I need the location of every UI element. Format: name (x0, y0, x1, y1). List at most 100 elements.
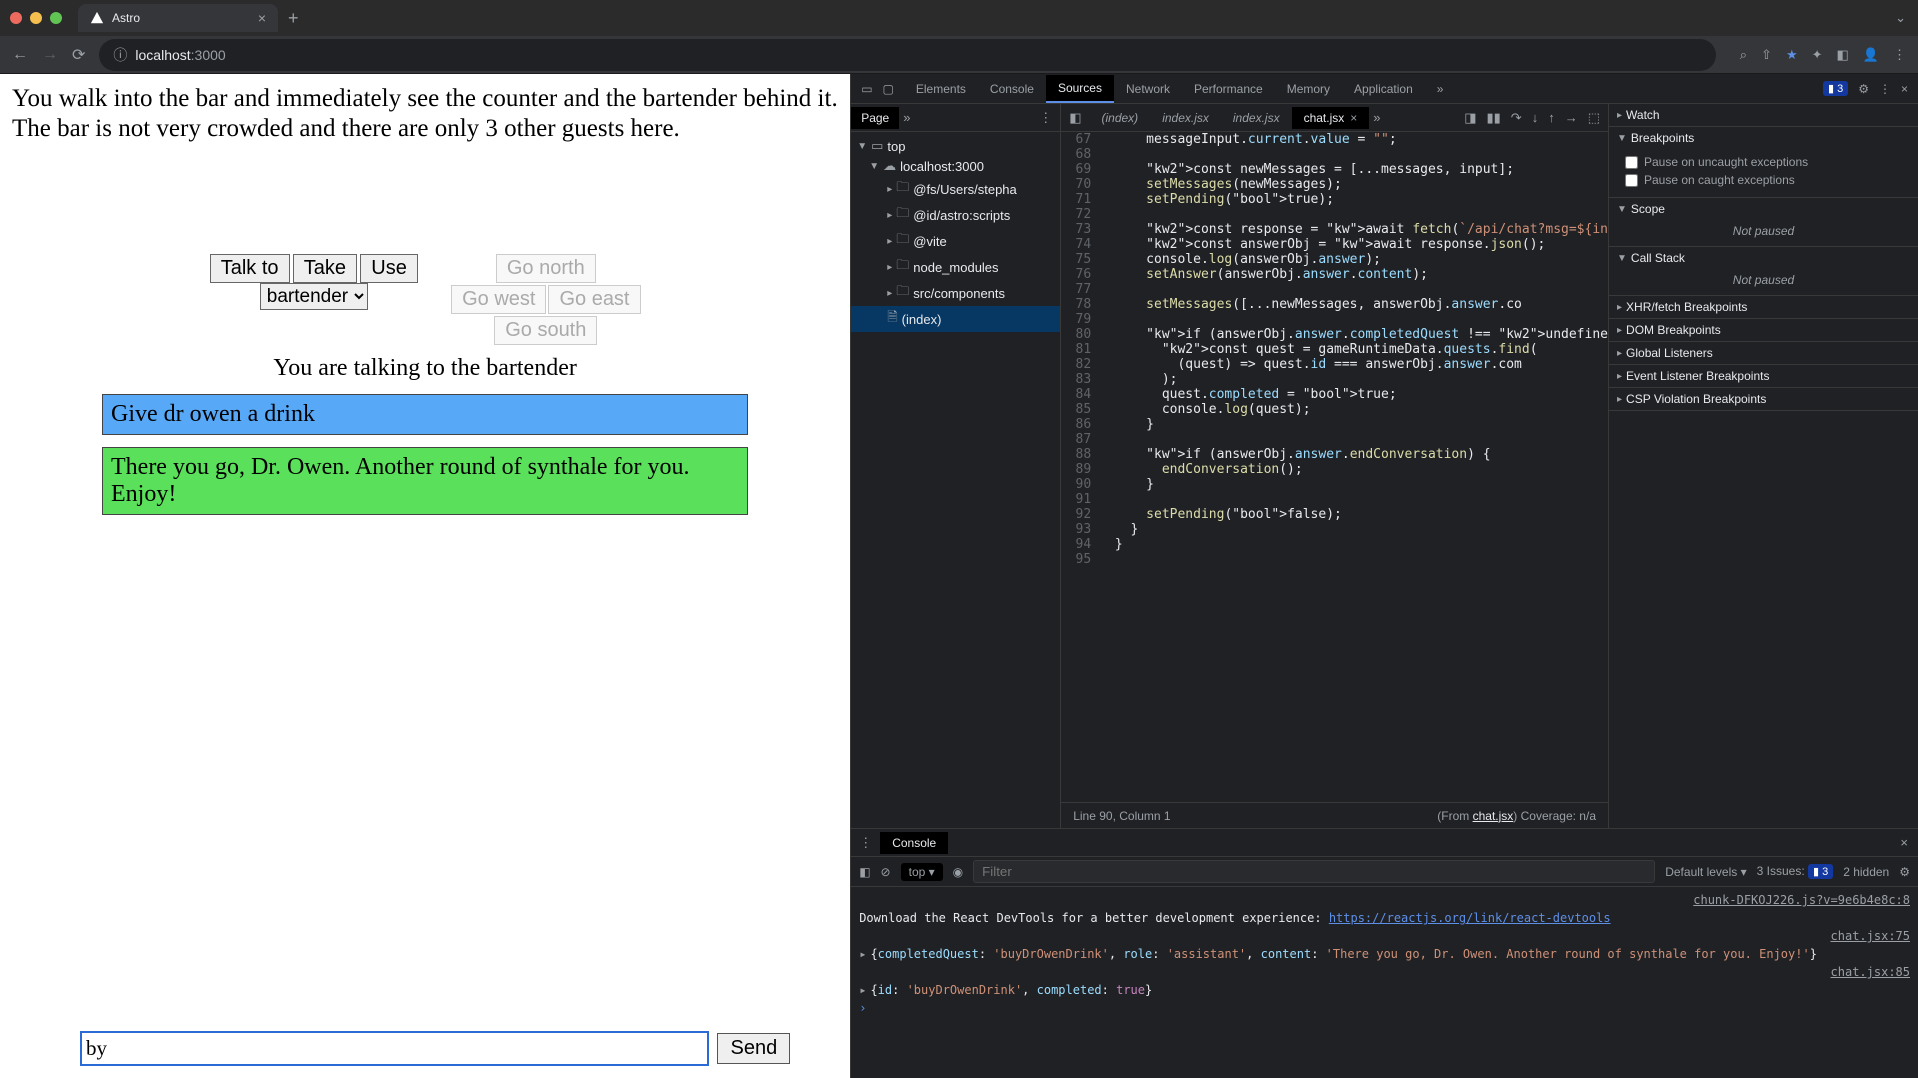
tab-sources[interactable]: Sources (1046, 75, 1114, 103)
extensions-icon[interactable]: ✦ (1812, 47, 1823, 63)
live-expression-icon[interactable]: ◉ (953, 865, 963, 879)
tree-top[interactable]: ▼▭top (851, 136, 1060, 156)
new-tab-button[interactable]: + (288, 8, 299, 29)
tree-folder[interactable]: ▸🗀@fs/Users/stepha (851, 176, 1060, 202)
step-out-icon[interactable]: ↑ (1548, 110, 1555, 126)
console-context[interactable]: top ▾ (901, 863, 943, 881)
step-icon[interactable]: → (1565, 110, 1578, 126)
drawer-close-icon[interactable]: × (1890, 835, 1918, 850)
toggle-right-icon[interactable]: ◨ (1464, 110, 1476, 126)
go-south-button[interactable]: Go south (494, 316, 597, 345)
scope-section[interactable]: ▼Scope (1609, 198, 1918, 220)
console-issues[interactable]: 3 Issues: ▮ 3 (1757, 864, 1834, 879)
inspect-icon[interactable]: ▭ (861, 82, 872, 96)
step-over-icon[interactable]: ↷ (1511, 110, 1522, 126)
console-settings-icon[interactable]: ⚙ (1899, 865, 1910, 879)
tab-application[interactable]: Application (1342, 76, 1425, 102)
message-input[interactable] (80, 1031, 709, 1066)
minimize-window-icon[interactable] (30, 12, 42, 24)
breakpoints-section[interactable]: ▼Breakpoints (1609, 127, 1918, 149)
reload-button[interactable]: ⟳ (72, 45, 85, 65)
talk-to-button[interactable]: Talk to (210, 254, 290, 283)
console-levels[interactable]: Default levels ▾ (1665, 865, 1746, 879)
tab-memory[interactable]: Memory (1275, 76, 1342, 102)
tab-console[interactable]: Console (978, 76, 1046, 102)
tabs-more-icon[interactable]: » (1425, 76, 1456, 102)
file-tab[interactable]: index.jsx (1150, 107, 1221, 129)
console-object[interactable]: ▸ {completedQuest: 'buyDrOwenDrink', rol… (859, 945, 1910, 963)
console-link[interactable]: https://reactjs.org/link/react-devtools (1329, 911, 1611, 925)
console-source-link[interactable]: chat.jsx:85 (1821, 965, 1910, 979)
send-button[interactable]: Send (717, 1033, 790, 1064)
pause-caught-checkbox[interactable]: Pause on caught exceptions (1625, 171, 1902, 189)
issues-badge[interactable]: ▮ 3 (1823, 81, 1848, 96)
csp-bp-section[interactable]: ▸CSP Violation Breakpoints (1609, 388, 1918, 410)
nav-tabs-more-icon[interactable]: » (903, 110, 910, 125)
back-button[interactable]: ← (12, 46, 28, 64)
forward-button[interactable]: → (42, 46, 58, 64)
pause-uncaught-checkbox[interactable]: Pause on uncaught exceptions (1625, 153, 1902, 171)
address-bar[interactable]: ⓘ localhost:3000 (99, 39, 1715, 71)
tab-network[interactable]: Network (1114, 76, 1182, 102)
dom-bp-section[interactable]: ▸DOM Breakpoints (1609, 319, 1918, 341)
drawer-menu-icon[interactable]: ⋮ (851, 835, 880, 851)
tree-folder[interactable]: ▸🗀src/components (851, 280, 1060, 306)
nav-menu-icon[interactable]: ⋮ (1039, 110, 1060, 126)
tree-folder[interactable]: ▸🗀@id/astro:scripts (851, 202, 1060, 228)
console-filter[interactable] (973, 860, 1655, 883)
file-tabs: ◧ (index) index.jsx index.jsx chat.jsx× … (1061, 104, 1608, 132)
go-east-button[interactable]: Go east (548, 285, 640, 314)
code-editor[interactable]: 67 messageInput.current.value = "";6869 … (1061, 132, 1608, 802)
site-info-icon[interactable]: ⓘ (113, 45, 127, 65)
maximize-window-icon[interactable] (50, 12, 62, 24)
settings-icon[interactable]: ⚙ (1858, 82, 1869, 96)
file-tab[interactable]: (index) (1090, 107, 1151, 129)
tree-folder[interactable]: ▸🗀node_modules (851, 254, 1060, 280)
bookmark-icon[interactable]: ★ (1786, 47, 1798, 63)
drawer-tab-console[interactable]: Console (880, 832, 948, 854)
close-window-icon[interactable] (10, 12, 22, 24)
global-listeners-section[interactable]: ▸Global Listeners (1609, 342, 1918, 364)
tab-close-icon[interactable]: × (258, 10, 266, 26)
tree-folder[interactable]: ▸🗀@vite (851, 228, 1060, 254)
event-bp-section[interactable]: ▸Event Listener Breakpoints (1609, 365, 1918, 387)
file-tab[interactable]: index.jsx (1221, 107, 1292, 129)
devtools-close-icon[interactable]: × (1901, 82, 1908, 96)
pause-icon[interactable]: ▮▮ (1486, 110, 1500, 126)
tree-file[interactable]: 🗎(index) (851, 306, 1060, 332)
search-icon[interactable]: ⌕ (1740, 47, 1747, 63)
devtools-menu-icon[interactable]: ⋮ (1879, 82, 1891, 96)
tab-performance[interactable]: Performance (1182, 76, 1275, 102)
tree-host[interactable]: ▼☁localhost:3000 (851, 156, 1060, 176)
take-button[interactable]: Take (293, 254, 357, 283)
target-select[interactable]: bartender (260, 283, 368, 310)
callstack-section[interactable]: ▼Call Stack (1609, 247, 1918, 269)
file-tabs-more-icon[interactable]: » (1373, 110, 1380, 125)
console-source-link[interactable]: chat.jsx:75 (1821, 929, 1910, 943)
profile-icon[interactable]: 👤 (1863, 47, 1879, 63)
go-west-button[interactable]: Go west (451, 285, 546, 314)
console-output[interactable]: chunk-DFKOJ226.js?v=9e6b4e8c:8 Download … (851, 887, 1918, 1078)
device-toggle-icon[interactable]: ▢ (883, 82, 894, 96)
nav-tab-page[interactable]: Page (851, 107, 899, 129)
file-tab-active[interactable]: chat.jsx× (1292, 107, 1370, 129)
sidepanel-icon[interactable]: ◧ (1837, 47, 1849, 63)
console-prompt[interactable]: › (859, 999, 1910, 1017)
tabs-overflow-icon[interactable]: ⌄ (1895, 10, 1906, 26)
console-sidebar-icon[interactable]: ◧ (859, 865, 870, 879)
browser-tab[interactable]: Astro × (78, 4, 278, 32)
deactivate-bp-icon[interactable]: ⬚ (1588, 110, 1600, 126)
console-clear-icon[interactable]: ⊘ (881, 865, 891, 879)
console-object[interactable]: ▸ {id: 'buyDrOwenDrink', completed: true… (859, 981, 1910, 999)
watch-section[interactable]: ▸Watch (1609, 104, 1918, 126)
menu-icon[interactable]: ⋮ (1893, 47, 1906, 63)
tab-elements[interactable]: Elements (904, 76, 978, 102)
file-tab-close-icon[interactable]: × (1350, 111, 1357, 125)
go-north-button[interactable]: Go north (496, 254, 596, 283)
console-source-link[interactable]: chunk-DFKOJ226.js?v=9e6b4e8c:8 (1683, 893, 1910, 907)
toggle-nav-icon[interactable]: ◧ (1069, 110, 1081, 126)
share-icon[interactable]: ⇧ (1761, 47, 1772, 63)
use-button[interactable]: Use (360, 254, 418, 283)
xhr-bp-section[interactable]: ▸XHR/fetch Breakpoints (1609, 296, 1918, 318)
step-into-icon[interactable]: ↓ (1532, 110, 1539, 126)
